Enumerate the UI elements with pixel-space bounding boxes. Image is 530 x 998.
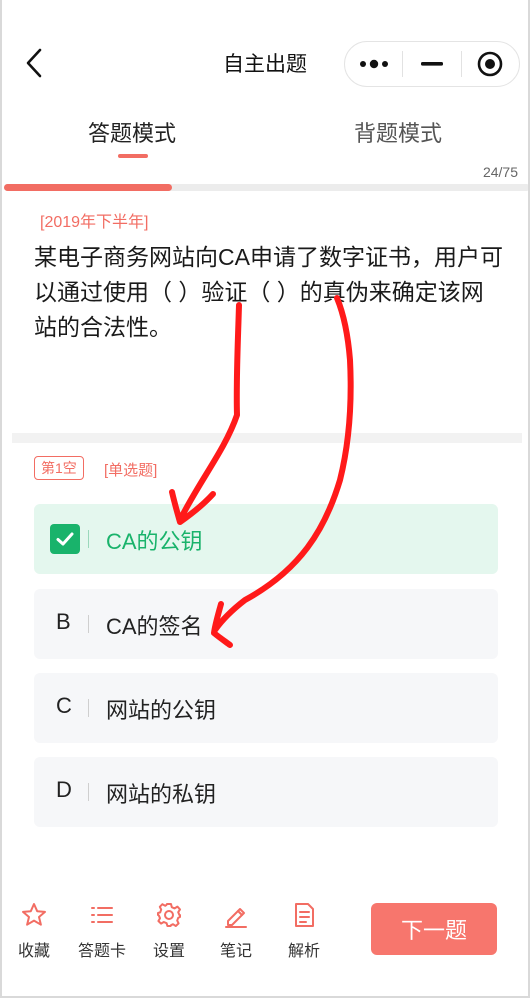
option-b[interactable]: B CA的签名 (34, 589, 498, 659)
next-question-button[interactable]: 下一题 (371, 903, 497, 955)
star-icon (22, 903, 46, 926)
section-divider (12, 433, 522, 443)
favorite-label: 收藏 (17, 943, 50, 960)
mode-tabs: 答题模式 背题模式 (0, 108, 530, 164)
settings-button[interactable]: 设置 (139, 901, 199, 961)
list-icon (91, 907, 113, 923)
document-icon (295, 903, 314, 927)
answer-card-label: 答题卡 (77, 943, 126, 960)
bottom-toolbar: 收藏 答题卡 设置 笔记 解析 下一题 (0, 895, 530, 975)
option-b-text: CA的签名 (106, 614, 203, 639)
option-separator (88, 783, 89, 801)
progress-bar (4, 184, 530, 191)
option-separator (88, 615, 89, 633)
option-a-text: CA的公钥 (106, 529, 203, 554)
notes-label: 笔记 (219, 943, 252, 960)
tab-answer-mode[interactable]: 答题模式 (88, 116, 176, 148)
blank-tag: 第1空 (34, 456, 84, 480)
analysis-button[interactable]: 解析 (274, 901, 334, 961)
minimize-icon (420, 62, 443, 66)
more-dots-icon (359, 59, 388, 69)
option-b-letter: B (56, 609, 71, 634)
option-d-letter: D (56, 777, 72, 802)
question-text: 某电子商务网站向CA申请了数字证书，用户可以通过使用（ ）验证（ ）的真伪来确定… (34, 244, 503, 340)
option-c-text: 网站的公钥 (106, 698, 217, 723)
option-separator (88, 699, 89, 717)
option-d-text: 网站的私钥 (106, 782, 217, 807)
pencil-icon (225, 908, 247, 928)
favorite-button[interactable]: 收藏 (4, 901, 64, 961)
option-c-letter: C (56, 693, 72, 718)
progress-fill (4, 184, 173, 191)
close-button[interactable] (462, 42, 519, 86)
option-a[interactable]: CA的公钥 (34, 504, 498, 574)
close-target-icon (478, 51, 503, 77)
option-separator (88, 530, 89, 548)
option-c[interactable]: C 网站的公钥 (34, 673, 498, 743)
active-tab-indicator (118, 154, 148, 158)
answer-card-button[interactable]: 答题卡 (72, 901, 132, 961)
minimize-button[interactable] (403, 42, 460, 86)
check-icon (50, 524, 80, 554)
settings-label: 设置 (152, 943, 185, 960)
mini-program-capsule (344, 41, 520, 87)
notes-button[interactable]: 笔记 (206, 901, 266, 961)
more-button[interactable] (345, 42, 402, 86)
question-type: [单选题] (104, 462, 158, 479)
option-d[interactable]: D 网站的私钥 (34, 757, 498, 827)
tab-memorize-mode[interactable]: 背题模式 (354, 116, 442, 148)
question-source: [2019年下半年] (40, 214, 149, 231)
gear-icon (157, 903, 181, 927)
progress-count: 24/75 (482, 164, 518, 180)
header: 自主出题 (0, 0, 530, 100)
analysis-label: 解析 (287, 943, 320, 960)
